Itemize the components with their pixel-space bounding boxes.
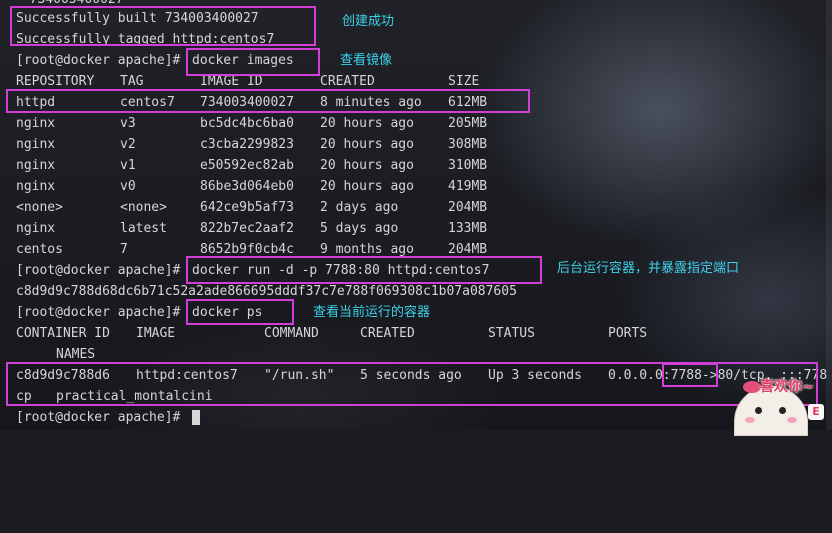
shell-prompt: [root@docker apache]# <box>16 305 189 320</box>
terminal-cursor[interactable] <box>192 410 200 425</box>
terminal-line: [root@docker apache]# <box>0 407 200 428</box>
repository-cell: nginx <box>16 179 56 194</box>
image-id-cell: c3cba2299823 <box>200 137 294 152</box>
annotation-build-success: 创建成功 <box>342 14 395 29</box>
image-id-cell: bc5dc4bc6ba0 <box>200 116 294 131</box>
mascot-cheek <box>745 417 755 423</box>
table-row: nginx v2 c3cba2299823 20 hours ago 308MB <box>0 134 487 155</box>
column-header: COMMAND <box>264 326 319 341</box>
column-header: STATUS <box>488 326 535 341</box>
shell-prompt: [root@docker apache]# <box>16 410 189 425</box>
run-command-highlight <box>186 256 542 284</box>
repository-cell: <none> <box>16 200 63 215</box>
table-row: nginx v1 e50592ec82ab 20 hours ago 310MB <box>0 155 487 176</box>
annotation-run-container: 后台运行容器，并暴露指定端口 <box>557 261 740 276</box>
created-cell: 20 hours ago <box>320 137 414 152</box>
size-cell: 310MB <box>448 158 488 173</box>
created-cell: 20 hours ago <box>320 158 414 173</box>
created-cell: 20 hours ago <box>320 116 414 131</box>
mascot-eye <box>779 407 786 414</box>
image-id-cell: 822b7ec2aaf2 <box>200 221 294 236</box>
size-cell: 419MB <box>448 179 488 194</box>
shell-prompt: [root@docker apache]# <box>16 263 189 278</box>
httpd-row-highlight <box>6 89 530 113</box>
repository-cell: nginx <box>16 158 56 173</box>
table-row: nginx v3 bc5dc4bc6ba0 20 hours ago 205MB <box>0 113 487 134</box>
table-row: nginx latest 822b7ec2aaf2 5 days ago 133… <box>0 218 487 239</box>
tag-cell: v2 <box>120 137 136 152</box>
tag-cell: v0 <box>120 179 136 194</box>
tag-cell: v1 <box>120 158 136 173</box>
annotation-view-images: 查看镜像 <box>340 53 393 68</box>
ps-table-header: CONTAINER ID IMAGE COMMAND CREATED STATU… <box>0 323 647 344</box>
tag-cell: 7 <box>120 242 128 257</box>
repository-cell: nginx <box>16 137 56 152</box>
mascot-eye <box>755 407 762 414</box>
shell-prompt: [root@docker apache]# <box>16 53 189 68</box>
size-cell: 133MB <box>448 221 488 236</box>
tag-cell: v3 <box>120 116 136 131</box>
size-cell: 205MB <box>448 116 488 131</box>
table-row: <none> <none> 642ce9b5af73 2 days ago 20… <box>0 197 487 218</box>
size-cell: 204MB <box>448 200 488 215</box>
created-cell: 5 days ago <box>320 221 399 236</box>
tag-cell: <none> <box>120 200 167 215</box>
build-success-highlight <box>10 6 316 46</box>
column-header: CONTAINER ID <box>16 326 110 341</box>
port-mapping-highlight <box>662 363 718 387</box>
image-id-cell: e50592ec82ab <box>200 158 294 173</box>
table-row: nginx v0 86be3d064eb0 20 hours ago 419MB <box>0 176 487 197</box>
terminal-line: [root@docker apache]# docker ps <box>0 302 262 323</box>
table-row: centos 7 8652b9f0cb4c 9 months ago 204MB <box>0 239 487 260</box>
repository-cell: centos <box>16 242 63 257</box>
bow-icon <box>743 381 761 393</box>
created-cell: 20 hours ago <box>320 179 414 194</box>
terminal-line: [root@docker apache]# docker run -d -p 7… <box>0 260 489 281</box>
size-cell: 308MB <box>448 137 488 152</box>
created-cell: 2 days ago <box>320 200 399 215</box>
mascot-greeting: 喜欢你~ <box>760 379 814 395</box>
terminal-scrollbar[interactable] <box>826 0 832 430</box>
repository-cell: nginx <box>16 116 56 131</box>
image-id-cell: 642ce9b5af73 <box>200 200 294 215</box>
annotation-view-running: 查看当前运行的容器 <box>313 305 431 320</box>
repository-cell: nginx <box>16 221 56 236</box>
ps-command-highlight <box>186 299 294 325</box>
column-header: PORTS <box>608 326 648 341</box>
images-command-highlight <box>186 48 320 76</box>
column-header: IMAGE <box>136 326 176 341</box>
badge-icon[interactable]: E <box>808 404 824 420</box>
terminal-line: c8d9d9c788d68dc6b71c52a2ade866695dddf37c… <box>0 281 517 302</box>
column-header: CREATED <box>360 326 415 341</box>
mascot-cheek <box>787 417 797 423</box>
image-id-cell: 86be3d064eb0 <box>200 179 294 194</box>
tag-cell: latest <box>120 221 167 236</box>
terminal-line: [root@docker apache]# docker images <box>0 50 294 71</box>
